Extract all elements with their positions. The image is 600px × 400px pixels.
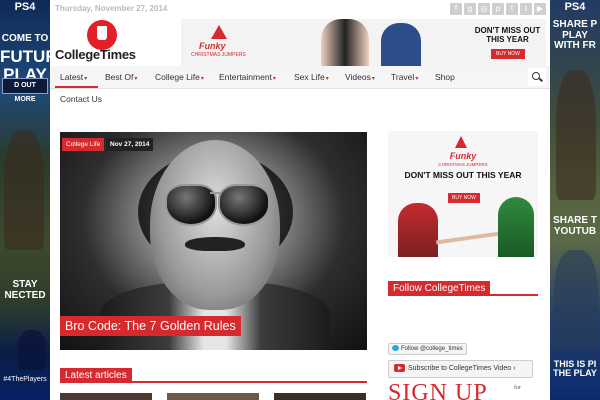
nav-label: Sex Life: [294, 72, 325, 82]
ps4-console-image: [18, 330, 46, 370]
christmas-tree-icon: [211, 25, 227, 39]
ad-title: DON'T MISS OUT THIS YEAR: [404, 170, 522, 180]
ad-buy-now-button[interactable]: BUY NOW: [491, 49, 525, 59]
tumblr-icon[interactable]: t: [506, 3, 518, 15]
nav-label: Videos: [345, 72, 371, 82]
sunglasses-lens: [218, 184, 270, 226]
right-skin-ad[interactable]: PS4 SHARE P PLAY WITH FR SHARE T YOUTUB …: [550, 0, 600, 400]
nav-item-shop[interactable]: Shop: [435, 72, 455, 82]
caret-down-icon: ▾: [84, 76, 88, 82]
ad-model-image: [381, 23, 421, 67]
top-banner-ad[interactable]: Funky CHRISTMAS JUMPERS DON'T MISS OUT T…: [181, 19, 546, 67]
main-nav: Latest▾ Best Of▾ College Life▾ Entertain…: [50, 66, 550, 89]
nav-item-travel[interactable]: Travel▾: [391, 72, 418, 82]
article-date: Nov 27, 2014: [106, 138, 154, 151]
google-plus-icon[interactable]: g: [464, 3, 476, 15]
ad-model-image: [498, 197, 534, 257]
instagram-icon[interactable]: ◎: [478, 3, 490, 15]
christmas-tree-icon: [455, 136, 467, 148]
nav-item-college-life[interactable]: College Life▾: [155, 72, 204, 82]
signup-small-text: for: [514, 385, 521, 391]
sidebar-ad[interactable]: Funky CHRISTMAS JUMPERS DON'T MISS OUT T…: [388, 131, 538, 257]
youtube-play-icon: [394, 364, 405, 373]
right-skin-bottom-text: THIS IS PI THE PLAY: [553, 359, 597, 379]
site-logo[interactable]: CollegeTimes: [55, 20, 165, 62]
left-skin-tagline: COME TO: [1, 33, 49, 44]
header-date: Thursday, November 27, 2014: [55, 4, 168, 13]
ad-buy-now-button[interactable]: BUY NOW: [448, 193, 480, 203]
latest-articles-header: Latest articles: [60, 365, 367, 383]
nav-label: Shop: [435, 72, 455, 82]
warrior-figure: [556, 70, 596, 200]
pinterest-icon[interactable]: p: [492, 3, 504, 15]
nav-active-indicator: [55, 86, 98, 88]
nav-label: Latest: [60, 72, 84, 82]
twitter-bird-icon: [392, 345, 399, 352]
featured-article-title[interactable]: Bro Code: The 7 Golden Rules: [60, 316, 241, 336]
youtube-subscribe-button[interactable]: Subscribe to CollegeTimes Video ›: [388, 360, 533, 378]
ps4-logo-right: PS4: [564, 1, 586, 13]
ad-model-image: [321, 19, 369, 67]
right-skin-share-text: SHARE T YOUTUB: [553, 215, 597, 237]
left-skin-ad[interactable]: PS4 COME TO FUTURE PLAY D OUT MORE STAY …: [0, 0, 50, 400]
ad-brand-sub: CHRISTMAS JUMPERS: [438, 162, 488, 167]
hashtag-text: #4ThePlayers: [3, 376, 47, 383]
ad-model-image: [398, 203, 438, 257]
caret-down-icon: ▾: [200, 76, 204, 82]
latest-articles-heading: Latest articles: [60, 368, 132, 383]
main-content: Thursday, November 27, 2014 f g ◎ p t t …: [50, 0, 550, 400]
signup-banner[interactable]: SIGN UP: [388, 380, 488, 400]
mustache: [185, 237, 245, 251]
article-thumbnail[interactable]: [60, 393, 152, 400]
caret-down-icon: ▾: [415, 76, 419, 82]
ad-brand: Funky: [199, 41, 226, 51]
hero-image-face: [150, 140, 280, 310]
nav-label: College Life: [155, 72, 200, 82]
youtube-subscribe-label: Subscribe to CollegeTimes Video: [408, 365, 512, 372]
ps4-logo: PS4: [14, 1, 36, 13]
search-button[interactable]: [528, 68, 546, 86]
caret-down-icon: ▾: [371, 76, 375, 82]
nav-item-entertainment[interactable]: Entertainment▾: [219, 72, 276, 82]
ad-title: DON'T MISS OUT THIS YEAR: [474, 26, 541, 44]
nav-label: Travel: [391, 72, 415, 82]
ad-brand: Funky: [449, 151, 477, 161]
category-badge[interactable]: College Life: [62, 138, 105, 151]
game-scene-image: [554, 250, 598, 350]
sunglasses-lens: [165, 184, 217, 226]
twitter-follow-label: Follow @college_times: [401, 346, 463, 352]
nav-label: Best Of: [105, 72, 134, 82]
caret-down-icon: ▾: [325, 76, 329, 82]
youtube-icon[interactable]: ▶: [534, 3, 546, 15]
nav-item-sex-life[interactable]: Sex Life▾: [294, 72, 329, 82]
nav-item-contact-us[interactable]: Contact Us: [60, 94, 102, 104]
nav-item-latest[interactable]: Latest▾: [60, 72, 87, 82]
caret-down-icon: ▾: [272, 76, 276, 82]
article-thumbnail[interactable]: [274, 393, 366, 400]
follow-heading: Follow CollegeTimes: [388, 281, 491, 296]
find-out-more-button[interactable]: D OUT MORE: [2, 78, 48, 103]
left-skin-bottom-text: STAY NECTED: [4, 279, 46, 301]
nav-label: Entertainment: [219, 72, 272, 82]
twitter-icon[interactable]: t: [520, 3, 532, 15]
logo-text: CollegeTimes: [55, 47, 136, 62]
featured-article[interactable]: College Life Nov 27, 2014 Bro Code: The …: [60, 132, 367, 350]
soldier-figure: [4, 130, 44, 250]
facebook-icon[interactable]: f: [450, 3, 462, 15]
follow-header: Follow CollegeTimes: [388, 278, 538, 296]
ad-brand-sub: CHRISTMAS JUMPERS: [191, 52, 246, 58]
chevron-right-icon: ›: [513, 365, 516, 372]
caret-down-icon: ▾: [134, 76, 138, 82]
social-icons: f g ◎ p t t ▶: [450, 3, 546, 15]
latest-articles-thumbnails: [60, 393, 367, 400]
article-thumbnail[interactable]: [167, 393, 259, 400]
twitter-follow-button[interactable]: Follow @college_times: [388, 343, 467, 355]
right-skin-tagline: SHARE P PLAY WITH FR: [552, 19, 598, 51]
nav-item-videos[interactable]: Videos▾: [345, 72, 375, 82]
cup-logo-icon: [87, 20, 117, 50]
nav-item-best-of[interactable]: Best Of▾: [105, 72, 137, 82]
